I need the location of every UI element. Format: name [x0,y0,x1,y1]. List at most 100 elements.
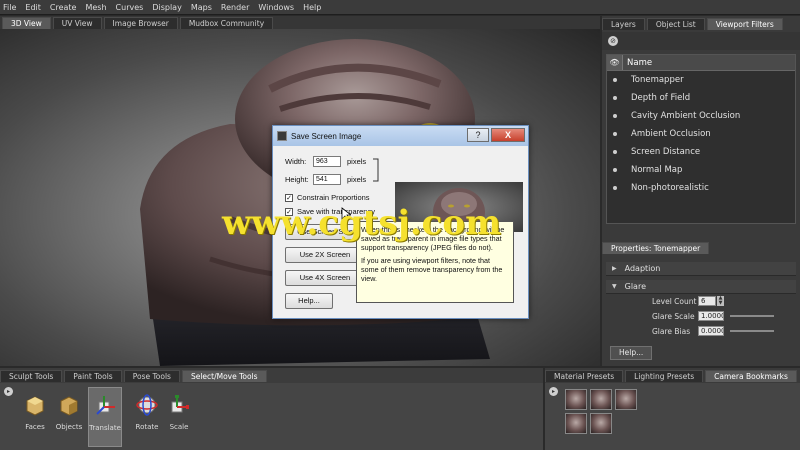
tab-layers[interactable]: Layers [602,18,645,30]
filter-item-depth-of-field[interactable]: Depth of Field [607,89,795,107]
tab-pose-tools[interactable]: Pose Tools [123,370,180,382]
tool-label: Translate [89,424,121,432]
filters-toolbar: ⊘ [602,32,800,50]
section-glare[interactable]: ▼ Glare [606,280,796,294]
filter-label: Depth of Field [631,93,691,103]
tab-object-list[interactable]: Object List [646,18,705,30]
viewport-tabs: 3D View UV View Image Browser Mudbox Com… [0,16,600,29]
tab-3d-view[interactable]: 3D View [2,17,51,29]
settings-circle-icon[interactable]: ⊘ [608,36,618,46]
filter-label: Non-photorealistic [631,183,709,193]
glare-scale-input[interactable]: 1.0000 [698,311,724,321]
presets-menu-icon[interactable]: ▸ [549,387,558,396]
use-2x-screen-button[interactable]: Use 2X Screen [285,247,365,263]
filter-item-cavity-ambient-occlusion[interactable]: Cavity Ambient Occlusion [607,107,795,125]
tab-paint-tools[interactable]: Paint Tools [64,370,122,382]
menu-create[interactable]: Create [50,3,77,12]
visibility-dot-icon[interactable] [607,150,623,154]
tab-image-browser[interactable]: Image Browser [103,17,178,29]
bookmark-thumbnail[interactable] [565,389,587,410]
visibility-dot-icon[interactable] [607,168,623,172]
menu-edit[interactable]: Edit [25,3,41,12]
properties-panel: ▶ Adaption ▼ Glare Level Count 6 ▲ ▼ Glar… [606,258,796,366]
filter-label: Ambient Occlusion [631,129,711,139]
glare-bias-input[interactable]: 0.0000 [698,326,724,336]
tab-mudbox-community[interactable]: Mudbox Community [179,17,274,29]
height-row: Height: 541 pixels [285,174,366,185]
visibility-dot-icon[interactable] [607,78,623,82]
bookmark-thumbnail[interactable] [590,413,612,434]
filter-item-normal-map[interactable]: Normal Map [607,161,795,179]
tool-translate[interactable]: Translate [88,387,122,447]
menu-curves[interactable]: Curves [116,3,144,12]
preset-tabs: Material Presets Lighting Presets Camera… [545,370,799,383]
eye-icon[interactable]: 👁 [607,55,623,70]
glare-scale-row: Glare Scale 1.0000 [652,311,774,321]
tab-select-move-tools[interactable]: Select/Move Tools [181,370,267,382]
constrain-proportions-checkbox[interactable]: ✓ [285,193,293,202]
tab-sculpt-tools[interactable]: Sculpt Tools [0,370,63,382]
menu-display[interactable]: Display [152,3,182,12]
tab-properties-tonemapper[interactable]: Properties: Tonemapper [602,242,710,254]
dialog-close-button[interactable]: X [491,128,525,142]
dialog-help-button[interactable]: ? [467,128,489,142]
shelf-tool-area: ▸ Faces Objects Translate Rotate Scale [0,383,543,450]
menu-render[interactable]: Render [221,3,249,12]
shelf-tabs: Sculpt Tools Paint Tools Pose Tools Sele… [0,370,269,383]
filter-item-screen-distance[interactable]: Screen Distance [607,143,795,161]
visibility-dot-icon[interactable] [607,114,623,118]
filter-label: Normal Map [631,165,683,175]
menu-maps[interactable]: Maps [191,3,212,12]
dialog-help-text-button[interactable]: Help... [285,293,333,309]
name-column-header[interactable]: Name [623,58,652,68]
tool-faces[interactable]: Faces [18,387,52,447]
visibility-dot-icon[interactable] [607,132,623,136]
bookmark-thumbnail[interactable] [590,389,612,410]
translate-icon [96,396,115,415]
tool-objects[interactable]: Objects [52,387,86,447]
height-input[interactable]: 541 [313,174,341,185]
shelf-menu-icon[interactable]: ▸ [4,387,13,396]
menu-file[interactable]: File [3,3,16,12]
visibility-dot-icon[interactable] [607,96,623,100]
tab-camera-bookmarks[interactable]: Camera Bookmarks [705,370,797,382]
filter-item-tonemapper[interactable]: Tonemapper [607,71,795,89]
visibility-dot-icon[interactable] [607,186,623,190]
height-pixels-label: pixels [347,175,367,184]
bookmark-thumbnail[interactable] [615,389,637,410]
filter-item-ambient-occlusion[interactable]: Ambient Occlusion [607,125,795,143]
triangle-right-icon: ▶ [612,265,617,272]
use-4x-screen-button[interactable]: Use 4X Screen [285,270,365,286]
properties-help-button[interactable]: Help... [610,346,653,360]
menu-windows[interactable]: Windows [258,3,294,12]
spinner-arrows-icon[interactable]: ▲ ▼ [717,296,724,306]
level-count-input[interactable]: 6 [698,296,716,306]
filter-label: Screen Distance [631,147,701,157]
dialog-title-bar[interactable]: Save Screen Image ? X [273,126,528,146]
tool-shelf: Sculpt Tools Paint Tools Pose Tools Sele… [0,368,543,450]
constrain-proportions-row[interactable]: ✓ Constrain Proportions [285,193,370,202]
level-count-row: Level Count 6 ▲ ▼ [652,296,724,306]
glare-bias-row: Glare Bias 0.0000 [652,326,774,336]
tab-lighting-presets[interactable]: Lighting Presets [625,370,704,382]
bookmark-thumbnail[interactable] [565,413,587,434]
tab-uv-view[interactable]: UV View [52,17,102,29]
glare-bias-slider[interactable] [730,330,774,332]
filter-item-non-photorealistic[interactable]: Non-photorealistic [607,179,795,197]
link-bracket-icon [373,158,379,182]
level-count-label: Level Count [652,296,697,306]
glare-scale-slider[interactable] [730,315,774,317]
tool-rotate[interactable]: Rotate [130,387,164,447]
preset-thumbnails: ▸ [545,383,800,450]
tool-label: Rotate [135,423,159,431]
filter-label: Tonemapper [631,75,684,85]
width-input[interactable]: 963 [313,156,341,167]
app-icon [277,131,287,141]
section-adaption[interactable]: ▶ Adaption [606,262,796,276]
preset-shelf: Material Presets Lighting Presets Camera… [545,368,800,450]
tab-viewport-filters[interactable]: Viewport Filters [706,18,783,30]
menu-help[interactable]: Help [303,3,321,12]
tab-material-presets[interactable]: Material Presets [545,370,624,382]
menu-mesh[interactable]: Mesh [85,3,106,12]
tool-scale[interactable]: Scale [162,387,196,447]
